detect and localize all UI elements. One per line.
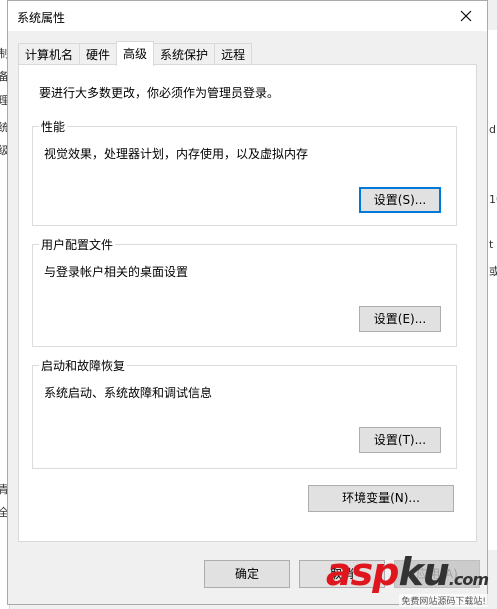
performance-settings-button[interactable]: 设置(S)... (359, 187, 441, 213)
tab-strip: 计算机名 硬件 高级 系统保护 远程 (18, 41, 253, 66)
startup-recovery-group-title: 启动和故障恢复 (39, 357, 128, 374)
performance-group: 性能 视觉效果，处理器计划，内存使用，以及虚拟内存 设置(S)... (32, 118, 457, 226)
startup-recovery-settings-button[interactable]: 设置(T)... (359, 427, 441, 453)
bg-text: d. (489, 123, 497, 136)
environment-variables-button[interactable]: 环境变量(N)... (308, 485, 454, 512)
performance-group-desc: 视觉效果，处理器计划，内存使用，以及虚拟内存 (44, 147, 309, 161)
user-profiles-group-title: 用户配置文件 (39, 236, 116, 253)
tab-remote[interactable]: 远程 (214, 43, 253, 65)
system-properties-dialog: 系统属性 计算机名 硬件 高级 系统保护 远程 要进行大多数更改，你必须作为管理… (7, 0, 488, 605)
tab-system-protection[interactable]: 系统保护 (153, 43, 216, 65)
bg-text: t (489, 238, 494, 251)
user-profiles-settings-button[interactable]: 设置(E)... (359, 306, 441, 332)
screen: 制 备 理 统 级 青 全 d. 10 t 或 系统属性 计算机名 硬件 高级 … (0, 0, 497, 609)
startup-recovery-group: 启动和故障恢复 系统启动、系统故障和调试信息 设置(T)... (32, 357, 457, 469)
tab-hardware[interactable]: 硬件 (79, 43, 118, 65)
window-title: 系统属性 (17, 11, 66, 25)
admin-notice: 要进行大多数更改，你必须作为管理员登录。 (39, 86, 280, 100)
bg-text: 或 (489, 263, 497, 279)
user-profiles-group-desc: 与登录帐户相关的桌面设置 (44, 265, 189, 279)
ok-button[interactable]: 确定 (204, 560, 290, 588)
cancel-button[interactable]: 取消 (299, 560, 385, 588)
apply-button[interactable]: 应用(A) (394, 560, 480, 588)
user-profiles-group: 用户配置文件 与登录帐户相关的桌面设置 设置(E)... (32, 236, 457, 347)
close-button[interactable] (449, 3, 483, 29)
performance-group-title: 性能 (39, 118, 68, 135)
advanced-panel: 要进行大多数更改，你必须作为管理员登录。 性能 视觉效果，处理器计划，内存使用，… (18, 64, 477, 542)
tab-advanced[interactable]: 高级 (116, 41, 155, 66)
tab-computer-name[interactable]: 计算机名 (18, 43, 81, 65)
title-bar[interactable]: 系统属性 (8, 1, 487, 31)
close-icon (460, 10, 472, 22)
startup-recovery-group-desc: 系统启动、系统故障和调试信息 (44, 386, 213, 400)
bg-text: 10 (489, 193, 497, 206)
